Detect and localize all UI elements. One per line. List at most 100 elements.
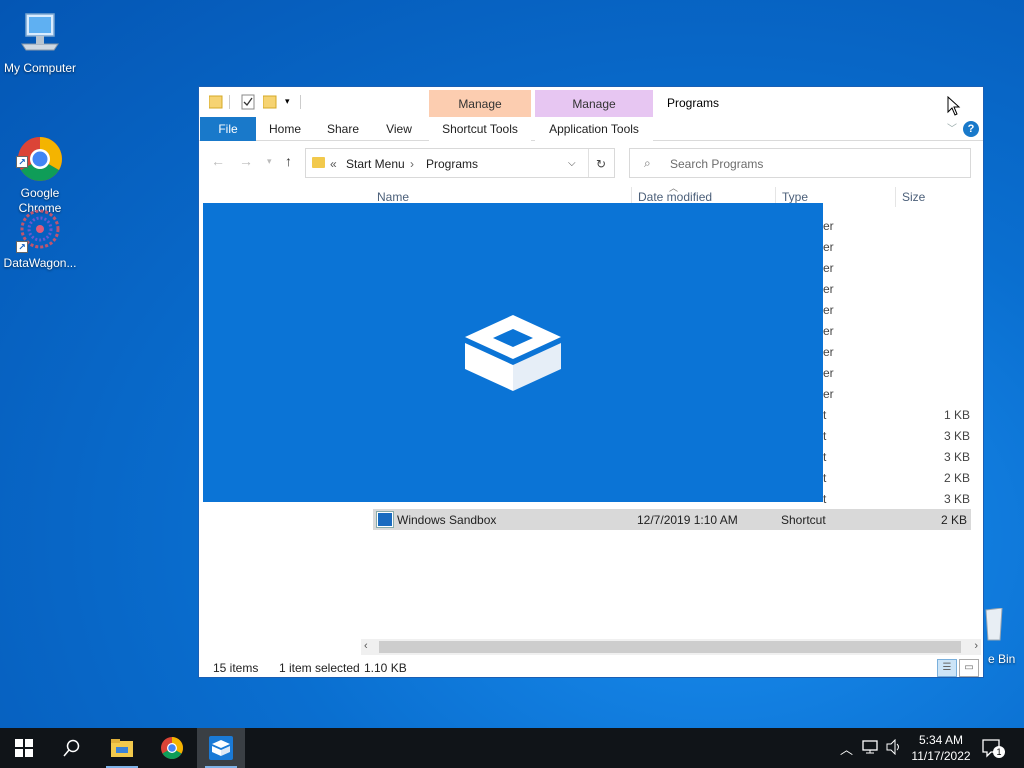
customize-quick-access-icon[interactable]: ▾: [285, 96, 290, 112]
desktop-icon-datawagon[interactable]: ↗ DataWagon...: [0, 205, 80, 271]
chrome-icon: ↗: [16, 120, 64, 181]
size-cell: 3 KB: [944, 492, 971, 506]
address-overflow[interactable]: «: [330, 157, 337, 171]
sandbox-shortcut-icon: [376, 511, 394, 528]
details-view-icon[interactable]: ☰: [937, 659, 957, 677]
properties-icon[interactable]: [241, 94, 255, 110]
type-cell-partial: er: [823, 345, 834, 359]
up-arrow-icon[interactable]: ↑: [285, 153, 292, 169]
type-cell-partial: er: [823, 303, 834, 317]
column-header-date-modified[interactable]: Date modified: [638, 190, 712, 204]
title-bar[interactable]: ▾ Manage Manage Programs: [199, 87, 983, 120]
notification-count-badge: 1: [993, 746, 1005, 758]
notifications-icon[interactable]: 1: [982, 739, 1005, 762]
scroll-right-icon[interactable]: ›: [974, 640, 978, 652]
type-cell-partial: t: [823, 429, 827, 443]
context-group-manage-application: Manage: [535, 90, 653, 120]
sandbox-icon: [465, 315, 561, 391]
column-header-size[interactable]: Size: [902, 190, 925, 204]
type-cell-partial: t: [823, 471, 827, 485]
tab-share[interactable]: Share: [319, 117, 367, 141]
folder-icon: [209, 95, 223, 109]
taskbar-clock[interactable]: 5:34 AM 11/17/2022: [908, 732, 974, 764]
breadcrumb-start-menu[interactable]: Start Menu: [346, 157, 405, 171]
file-date: 12/7/2019 1:10 AM: [637, 513, 738, 527]
mouse-cursor-icon: [947, 96, 961, 116]
refresh-icon[interactable]: ↻: [596, 157, 606, 171]
sandbox-icon[interactable]: [197, 728, 245, 768]
breadcrumb-programs[interactable]: Programs: [426, 157, 478, 171]
type-cell-partial: er: [823, 282, 834, 296]
type-cell-partial: t: [823, 450, 827, 464]
expand-ribbon-icon[interactable]: ﹀: [947, 120, 957, 135]
search-icon: ⌕: [644, 156, 651, 170]
type-cell-partial: er: [823, 240, 834, 254]
type-cell-partial: er: [823, 324, 834, 338]
clock-time: 5:34 AM: [918, 733, 964, 747]
size-cell: 1 KB: [944, 408, 971, 422]
scroll-left-icon[interactable]: ‹: [364, 640, 368, 652]
desktop-icon-recycle-bin[interactable]: e Bin: [984, 607, 1024, 668]
file-explorer-icon[interactable]: [98, 728, 146, 768]
show-hidden-icons-chevron-icon[interactable]: ︿: [840, 739, 853, 758]
back-arrow-icon[interactable]: ←: [211, 153, 225, 169]
desktop-icon-my-computer[interactable]: My Computer: [0, 10, 80, 76]
size-cell: 3 KB: [944, 450, 971, 464]
desktop-icon-label: e Bin: [988, 652, 1016, 666]
new-folder-icon[interactable]: [263, 94, 277, 110]
tab-view[interactable]: View: [375, 117, 423, 141]
tab-shortcut-tools[interactable]: Shortcut Tools: [429, 117, 531, 141]
search-input[interactable]: ⌕ Search Programs: [629, 148, 971, 178]
windows-sandbox-splash: [203, 203, 823, 502]
shortcut-arrow-icon: ↗: [16, 156, 28, 168]
horizontal-scrollbar[interactable]: ‹ ›: [361, 639, 981, 655]
taskbar: ︿ 5:34 AM 11/17/2022 1: [0, 728, 1024, 768]
address-bar[interactable]: « Start Menu › Programs ⌵ ↻: [305, 148, 615, 178]
size-cell: 2 KB: [944, 471, 971, 485]
scrollbar-thumb[interactable]: [379, 641, 961, 653]
recent-locations-chevron-icon[interactable]: ▾: [267, 156, 272, 167]
status-selected-size: 1.10 KB: [364, 661, 407, 675]
tab-file[interactable]: File: [200, 117, 256, 141]
forward-arrow-icon[interactable]: →: [239, 153, 253, 169]
type-cell-partial: t: [823, 408, 827, 422]
file-explorer-window[interactable]: ▾ Manage Manage Programs File Home Share…: [198, 86, 984, 678]
status-selected-count: 1 item selected: [279, 661, 360, 675]
type-cell-partial: er: [823, 387, 834, 401]
status-item-count: 15 items: [213, 661, 259, 675]
tab-application-tools[interactable]: Application Tools: [535, 117, 653, 141]
file-size: 2 KB: [940, 513, 967, 527]
column-header-name[interactable]: Name: [377, 190, 409, 204]
type-cell-partial: er: [823, 219, 834, 233]
desktop-icon-label: DataWagon...: [3, 256, 77, 270]
context-group-manage-shortcut: Manage: [429, 90, 531, 120]
ribbon-tab-bar: File Home Share View Shortcut Tools Appl…: [199, 117, 983, 141]
file-type: Shortcut: [781, 513, 826, 527]
datawagon-icon: ↗: [16, 205, 64, 253]
type-cell-partial: er: [823, 366, 834, 380]
chrome-icon[interactable]: [148, 728, 196, 768]
folder-icon: [312, 157, 325, 168]
file-row-windows-sandbox[interactable]: Windows Sandbox 12/7/2019 1:10 AM Shortc…: [373, 509, 971, 530]
start-icon[interactable]: [0, 728, 48, 768]
network-icon[interactable]: [862, 739, 880, 758]
recycle-bin-icon: [985, 607, 1003, 641]
search-icon[interactable]: [48, 728, 96, 768]
search-placeholder: Search Programs: [670, 157, 764, 171]
type-cell-partial: er: [823, 261, 834, 275]
clock-date: 11/17/2022: [911, 749, 971, 763]
file-name: Windows Sandbox: [397, 513, 497, 527]
tab-home[interactable]: Home: [261, 117, 309, 141]
shortcut-arrow-icon: ↗: [16, 241, 28, 253]
volume-icon[interactable]: [886, 738, 902, 758]
computer-icon: [16, 10, 64, 58]
type-cell-partial: t: [823, 492, 827, 506]
desktop-icon-label: My Computer: [3, 61, 77, 75]
size-cell: 3 KB: [944, 429, 971, 443]
address-dropdown-chevron-icon[interactable]: ⌵: [568, 158, 576, 169]
help-icon[interactable]: ?: [963, 121, 979, 137]
large-icons-view-icon[interactable]: ▭: [959, 659, 979, 677]
breadcrumb-separator-icon: ›: [410, 157, 414, 171]
status-bar: 15 items 1 item selected 1.10 KB ☰ ▭: [199, 657, 983, 677]
column-header-type[interactable]: Type: [782, 190, 808, 204]
